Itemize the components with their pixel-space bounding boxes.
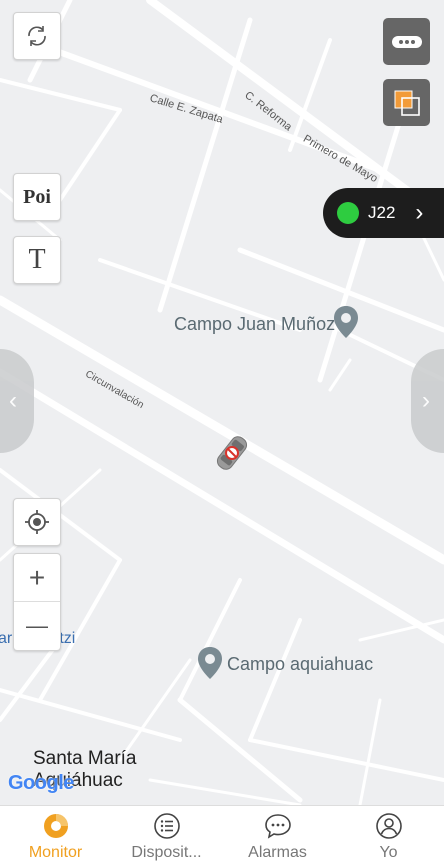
device-name: J22 — [368, 203, 396, 222]
chevron-left-icon: ‹ — [9, 387, 17, 414]
zoom-controls: + — — [13, 553, 61, 651]
tab-dispositivos[interactable]: Disposit... — [111, 806, 222, 868]
text-toggle-button[interactable]: T — [13, 236, 61, 284]
map-view[interactable]: Calle E. Zapata C. Reforma Primero de Ma… — [0, 0, 444, 805]
minus-icon: — — [26, 613, 48, 638]
poi-toggle-button[interactable]: Poi — [13, 173, 61, 221]
tab-monitor[interactable]: Monitor — [0, 806, 111, 868]
chat-icon — [264, 814, 291, 839]
zoom-in-button[interactable]: + — [14, 554, 60, 602]
location-pin-icon[interactable] — [333, 305, 359, 339]
tab-label: Monitor — [28, 844, 83, 861]
google-logo: Google — [8, 772, 74, 794]
tab-yo[interactable]: Yo — [333, 806, 444, 868]
town-label-line1: Santa María — [33, 748, 137, 769]
vehicle-marker-icon[interactable] — [214, 432, 250, 474]
layers-icon — [394, 90, 420, 116]
bottom-tab-bar: Monitor Disposit... Alarmas Yo — [0, 805, 444, 868]
locate-button[interactable] — [13, 498, 61, 546]
monitor-icon — [43, 814, 68, 838]
crosshair-icon — [25, 510, 49, 534]
zoom-out-button[interactable]: — — [14, 602, 60, 650]
device-selector[interactable]: J22 › — [323, 188, 444, 238]
more-options-button[interactable] — [383, 18, 430, 65]
refresh-button[interactable] — [13, 12, 61, 60]
location-pin-icon[interactable] — [197, 646, 223, 680]
device-status-dot — [337, 202, 359, 224]
map-layers-button[interactable] — [383, 79, 430, 126]
list-icon — [153, 813, 180, 839]
user-icon — [375, 813, 402, 839]
poi-label: Poi — [23, 185, 51, 208]
tab-label: Alarmas — [248, 844, 307, 861]
chevron-right-icon: › — [422, 387, 430, 414]
more-icon — [391, 35, 422, 48]
tab-label: Disposit... — [131, 844, 202, 861]
tab-label: Yo — [379, 844, 398, 861]
right-panel-tab[interactable]: › — [411, 349, 444, 453]
plus-icon: + — [28, 561, 46, 593]
place-label-campo-aquiahuac: Campo aquiahuac — [227, 654, 374, 674]
text-icon: T — [28, 244, 46, 275]
place-label-campo-juan-munoz: Campo Juan Muñoz — [174, 314, 336, 334]
chevron-right-icon: › — [415, 199, 424, 226]
tab-alarmas[interactable]: Alarmas — [222, 806, 333, 868]
refresh-icon — [28, 26, 46, 46]
